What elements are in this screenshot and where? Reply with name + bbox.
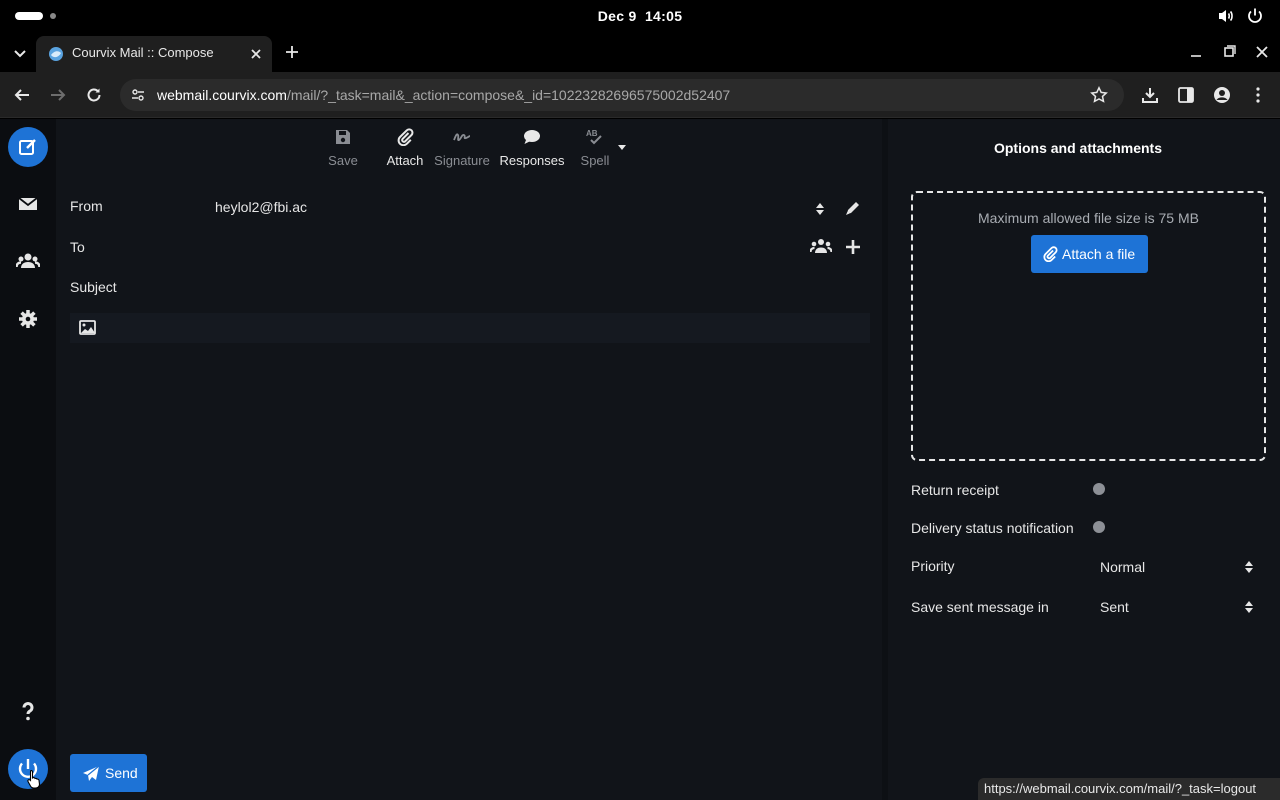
spell-dropdown-caret-icon[interactable] bbox=[617, 144, 627, 152]
select-arrows-icon bbox=[1245, 561, 1253, 573]
to-input[interactable] bbox=[205, 231, 795, 261]
save-floppy-icon bbox=[336, 130, 350, 144]
responses-label: Responses bbox=[499, 153, 565, 168]
side-panel-icon[interactable] bbox=[1177, 86, 1195, 104]
mail-envelope-icon[interactable] bbox=[16, 192, 40, 216]
delivery-status-label: Delivery status notification bbox=[911, 520, 1074, 536]
bookmark-star-icon[interactable] bbox=[1090, 86, 1108, 104]
window-minimize-icon[interactable] bbox=[1188, 44, 1204, 60]
mouse-pointer-hand-icon bbox=[27, 769, 41, 789]
from-select[interactable]: heylol2@fbi.ac bbox=[215, 199, 307, 215]
spell-check-icon: AB bbox=[586, 129, 602, 145]
link-status-bubble: https://webmail.courvix.com/mail/?_task=… bbox=[978, 778, 1280, 800]
download-icon[interactable] bbox=[1141, 86, 1159, 104]
browser-toolbar: webmail.courvix.com/mail/?_task=mail&_ac… bbox=[0, 72, 1280, 118]
edit-identity-pencil-icon[interactable] bbox=[844, 199, 862, 217]
from-select-arrows-icon[interactable] bbox=[815, 202, 825, 216]
tab-search-chevron-icon[interactable] bbox=[11, 44, 29, 62]
max-file-size-text: Maximum allowed file size is 75 MB bbox=[978, 210, 1199, 226]
message-body-editor[interactable] bbox=[70, 343, 870, 743]
site-settings-icon[interactable] bbox=[130, 87, 146, 103]
attachment-dropzone[interactable]: Maximum allowed file size is 75 MB Attac… bbox=[911, 191, 1266, 461]
speech-bubble-icon bbox=[524, 130, 540, 144]
save-label: Save bbox=[328, 153, 358, 168]
profile-avatar-icon[interactable] bbox=[1213, 86, 1231, 104]
contacts-users-icon[interactable] bbox=[16, 249, 40, 273]
forward-arrow-icon[interactable] bbox=[49, 86, 67, 104]
send-button[interactable]: Send bbox=[70, 754, 147, 792]
signature-button[interactable]: Signature bbox=[427, 119, 497, 175]
volume-icon[interactable] bbox=[1217, 7, 1235, 25]
editor-toolbar bbox=[70, 313, 870, 343]
courvix-favicon-icon bbox=[49, 47, 63, 61]
tab-title: Courvix Mail :: Compose bbox=[72, 45, 214, 60]
system-clock[interactable]: Dec 9 14:05 bbox=[0, 8, 1280, 24]
help-question-icon[interactable] bbox=[16, 699, 40, 723]
compose-button[interactable] bbox=[8, 127, 48, 167]
from-label: From bbox=[70, 198, 103, 214]
system-top-bar: Dec 9 14:05 bbox=[0, 0, 1280, 32]
responses-button[interactable]: Responses bbox=[497, 119, 567, 175]
save-sent-label: Save sent message in bbox=[911, 599, 1049, 615]
address-book-icon[interactable] bbox=[810, 238, 832, 254]
paper-plane-icon bbox=[83, 765, 100, 781]
navigation-rail bbox=[0, 119, 56, 800]
webmail-app: Save Attach Signature Responses AB Spell… bbox=[0, 119, 1280, 800]
power-icon[interactable] bbox=[1246, 7, 1264, 25]
add-recipient-plus-icon[interactable] bbox=[845, 239, 861, 255]
reload-icon[interactable] bbox=[85, 86, 103, 104]
signature-icon bbox=[453, 133, 471, 142]
settings-gear-icon[interactable] bbox=[16, 307, 40, 331]
return-receipt-toggle[interactable] bbox=[1093, 483, 1105, 495]
tab-close-icon[interactable] bbox=[248, 46, 264, 62]
to-label: To bbox=[70, 239, 85, 255]
workspace-dot bbox=[50, 13, 56, 19]
compose-pencil-icon bbox=[19, 139, 36, 155]
priority-value: Normal bbox=[1100, 559, 1146, 575]
signature-label: Signature bbox=[434, 153, 490, 168]
url-text[interactable]: webmail.courvix.com/mail/?_task=mail&_ac… bbox=[157, 87, 730, 103]
clock-time: 14:05 bbox=[644, 8, 683, 24]
new-tab-plus-icon[interactable] bbox=[283, 43, 301, 61]
delivery-status-toggle[interactable] bbox=[1093, 521, 1105, 533]
url-host: webmail.courvix.com bbox=[157, 87, 287, 103]
compose-scrollbar[interactable] bbox=[882, 119, 888, 800]
save-draft-button[interactable]: Save bbox=[308, 119, 378, 175]
browser-tab-strip: Courvix Mail :: Compose bbox=[0, 32, 1280, 72]
clock-date: Dec 9 bbox=[597, 8, 637, 24]
options-panel-title: Options and attachments bbox=[993, 140, 1163, 156]
select-arrows-icon bbox=[1245, 601, 1253, 613]
save-sent-value: Sent bbox=[1100, 599, 1129, 615]
paperclip-icon bbox=[1043, 246, 1058, 262]
window-close-icon[interactable] bbox=[1254, 44, 1270, 60]
paperclip-icon bbox=[397, 128, 414, 146]
back-arrow-icon[interactable] bbox=[13, 86, 31, 104]
svg-text:AB: AB bbox=[586, 129, 598, 138]
activities-indicator[interactable] bbox=[15, 12, 43, 20]
priority-select[interactable]: Normal bbox=[1092, 552, 1262, 582]
attach-a-file-button[interactable]: Attach a file bbox=[1031, 235, 1148, 273]
subject-input[interactable] bbox=[205, 271, 870, 301]
subject-label: Subject bbox=[70, 279, 117, 295]
browser-menu-icon[interactable] bbox=[1249, 86, 1267, 104]
spell-label: Spell bbox=[580, 153, 610, 168]
window-restore-icon[interactable] bbox=[1221, 44, 1237, 60]
attach-a-file-label: Attach a file bbox=[1062, 246, 1136, 262]
send-label: Send bbox=[105, 765, 138, 781]
return-receipt-label: Return receipt bbox=[911, 482, 999, 498]
address-bar[interactable]: webmail.courvix.com/mail/?_task=mail&_ac… bbox=[120, 79, 1124, 111]
priority-label: Priority bbox=[911, 558, 955, 574]
browser-tab-active[interactable]: Courvix Mail :: Compose bbox=[36, 36, 272, 72]
insert-image-icon[interactable] bbox=[79, 320, 96, 335]
url-path: /mail/?_task=mail&_action=compose&_id=10… bbox=[286, 87, 731, 103]
save-sent-folder-select[interactable]: Sent bbox=[1092, 592, 1262, 622]
